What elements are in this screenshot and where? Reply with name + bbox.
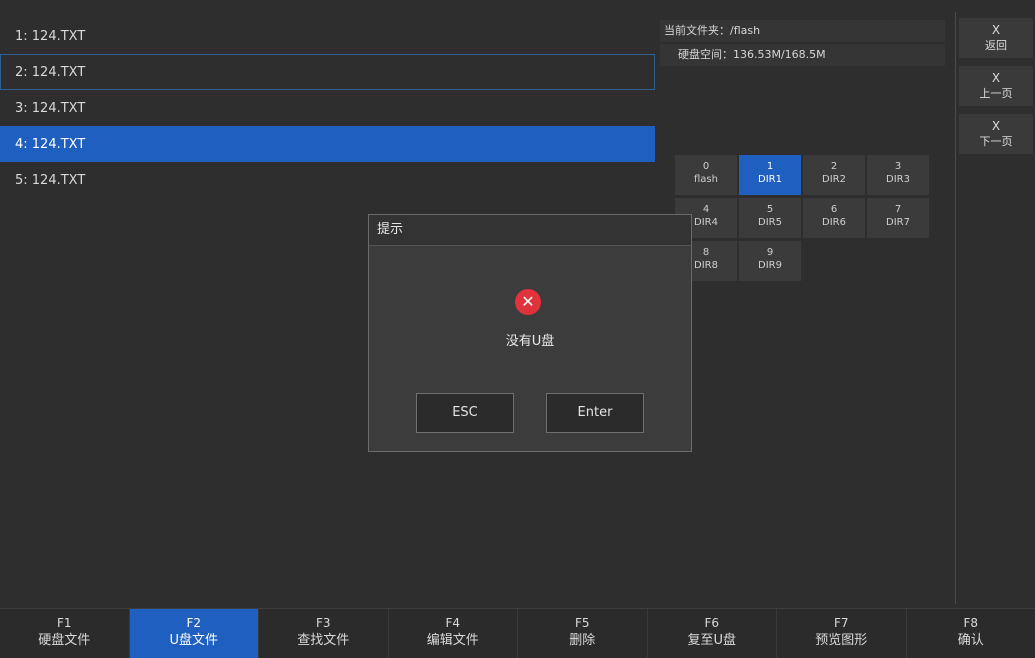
dialog-message: 没有U盘	[369, 330, 691, 349]
dir-cell-7[interactable]: 7 DIR7	[867, 198, 929, 238]
esc-button[interactable]: ESC	[416, 393, 514, 433]
f8-confirm-button[interactable]: F8确认	[907, 609, 1035, 658]
fkey-number: F1	[0, 615, 129, 632]
dir-cell-5[interactable]: 5 DIR5	[739, 198, 801, 238]
dir-cell-6[interactable]: 6 DIR6	[803, 198, 865, 238]
fkey-number: F8	[907, 615, 1035, 632]
f2-usb-files-button[interactable]: F2U盘文件	[130, 609, 260, 658]
fkey-label: 预览图形	[815, 633, 867, 648]
f3-find-file-button[interactable]: F3查找文件	[259, 609, 389, 658]
dir-name: DIR8	[694, 260, 718, 271]
fkey-number: F7	[777, 615, 906, 632]
file-row-2[interactable]: 2: 124.TXT	[0, 54, 655, 90]
dir-name: DIR3	[886, 174, 910, 185]
side-label: 上一页	[980, 87, 1013, 100]
file-row-3[interactable]: 3: 124.TXT	[0, 90, 655, 126]
dialog-title: 提示	[369, 215, 691, 246]
dir-cell-0[interactable]: 0 flash	[675, 155, 737, 195]
f7-preview-button[interactable]: F7预览图形	[777, 609, 907, 658]
dir-name: DIR5	[758, 217, 782, 228]
dir-number: 7	[895, 204, 901, 215]
fkey-number: F6	[648, 615, 777, 632]
dir-name: DIR2	[822, 174, 846, 185]
dir-number: 9	[767, 247, 773, 258]
dir-name: DIR1	[758, 174, 782, 185]
folder-info: 当前文件夹：/flash 硬盘空间：136.53M/168.5M	[660, 20, 945, 68]
f5-delete-button[interactable]: F5删除	[518, 609, 648, 658]
back-button[interactable]: X 返回	[959, 18, 1033, 58]
dir-cell-2[interactable]: 2 DIR2	[803, 155, 865, 195]
side-key: X	[959, 71, 1033, 86]
dir-cell-9[interactable]: 9 DIR9	[739, 241, 801, 281]
fkey-number: F3	[259, 615, 388, 632]
dir-name: DIR9	[758, 260, 782, 271]
f1-disk-files-button[interactable]: F1硬盘文件	[0, 609, 130, 658]
fkey-label: 编辑文件	[427, 633, 479, 648]
disk-space: 硬盘空间：136.53M/168.5M	[660, 44, 945, 66]
dir-name: DIR7	[886, 217, 910, 228]
fkey-label: 删除	[569, 633, 595, 648]
dir-number: 0	[703, 161, 709, 172]
f6-copy-to-usb-button[interactable]: F6复至U盘	[648, 609, 778, 658]
fkey-number: F4	[389, 615, 518, 632]
file-row-5[interactable]: 5: 124.TXT	[0, 162, 655, 198]
side-label: 下一页	[980, 135, 1013, 148]
dir-number: 8	[703, 247, 709, 258]
dir-number: 3	[895, 161, 901, 172]
fkey-label: U盘文件	[169, 633, 218, 648]
error-icon: ✕	[515, 289, 541, 315]
side-panel: X 返回 X 上一页 X 下一页	[955, 12, 1035, 604]
alert-dialog: 提示 ✕ 没有U盘 ESC Enter	[368, 214, 692, 452]
fkey-number: F5	[518, 615, 647, 632]
dir-number: 4	[703, 204, 709, 215]
fkey-number: F2	[130, 615, 259, 632]
dir-name: flash	[694, 174, 718, 185]
current-folder: 当前文件夹：/flash	[660, 20, 945, 42]
fkey-label: 确认	[958, 633, 984, 648]
dir-number: 2	[831, 161, 837, 172]
prev-page-button[interactable]: X 上一页	[959, 66, 1033, 106]
side-key: X	[959, 23, 1033, 38]
function-key-bar: F1硬盘文件 F2U盘文件 F3查找文件 F4编辑文件 F5删除 F6复至U盘 …	[0, 608, 1035, 658]
file-list: 1: 124.TXT 2: 124.TXT 3: 124.TXT 4: 124.…	[0, 18, 655, 198]
dir-number: 6	[831, 204, 837, 215]
next-page-button[interactable]: X 下一页	[959, 114, 1033, 154]
fkey-label: 查找文件	[297, 633, 349, 648]
dir-number: 5	[767, 204, 773, 215]
dir-number: 1	[767, 161, 773, 172]
f4-edit-file-button[interactable]: F4编辑文件	[389, 609, 519, 658]
file-row-4-selected[interactable]: 4: 124.TXT	[0, 126, 655, 162]
side-label: 返回	[985, 39, 1007, 52]
dir-cell-3[interactable]: 3 DIR3	[867, 155, 929, 195]
directory-grid: 0 flash 1 DIR1 2 DIR2 3 DIR3 4 DIR4 5 DIR5 6 DI…	[675, 155, 929, 281]
dir-name: DIR6	[822, 217, 846, 228]
side-key: X	[959, 119, 1033, 134]
file-row-1[interactable]: 1: 124.TXT	[0, 18, 655, 54]
dir-cell-1[interactable]: 1 DIR1	[739, 155, 801, 195]
enter-button[interactable]: Enter	[546, 393, 644, 433]
fkey-label: 硬盘文件	[38, 633, 90, 648]
dir-name: DIR4	[694, 217, 718, 228]
fkey-label: 复至U盘	[687, 633, 736, 648]
